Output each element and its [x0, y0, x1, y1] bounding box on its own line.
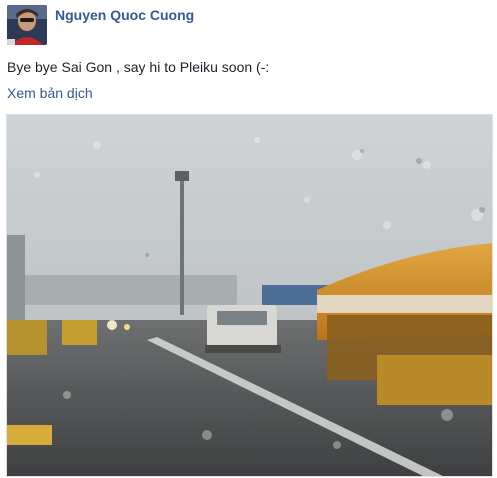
- rainy-airport-window-photo: [7, 115, 492, 476]
- author-name-link[interactable]: Nguyen Quoc Cuong: [55, 7, 194, 23]
- avatar[interactable]: [7, 5, 47, 45]
- see-translation-link[interactable]: Xem bản dịch: [7, 84, 93, 102]
- feed-post: Nguyen Quoc Cuong Bye bye Sai Gon , say …: [0, 0, 497, 478]
- post-message: Bye bye Sai Gon , say hi to Pleiku soon …: [7, 59, 270, 75]
- profile-avatar-icon: [7, 5, 47, 45]
- post-header: Nguyen Quoc Cuong: [7, 5, 194, 45]
- post-photo[interactable]: [6, 114, 493, 477]
